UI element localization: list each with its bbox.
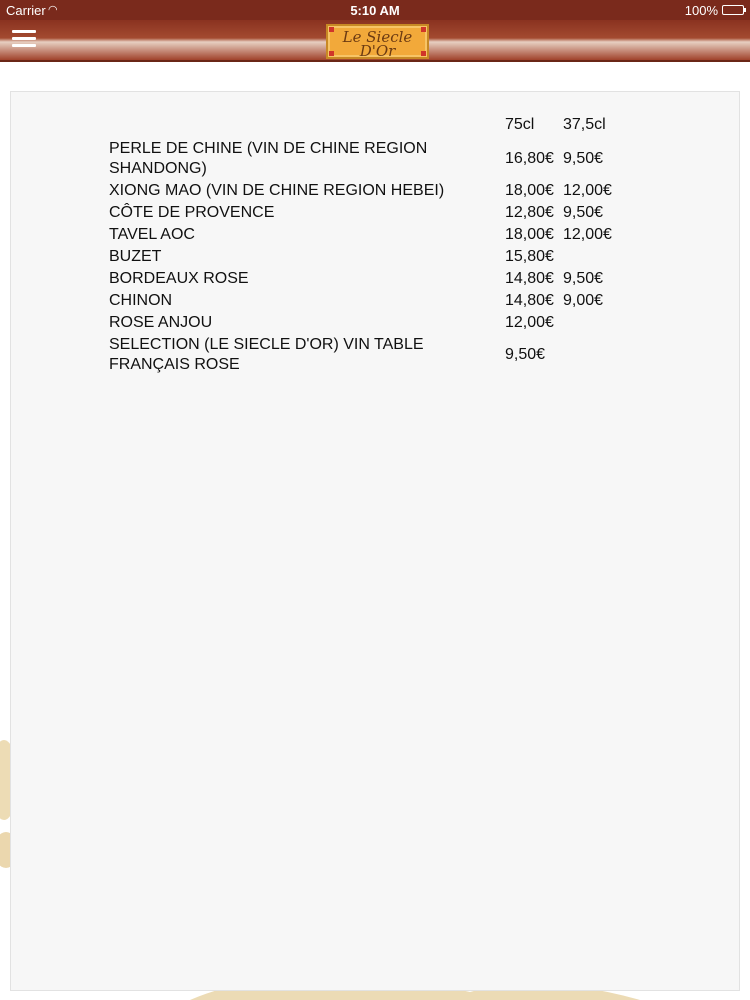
table-row: TAVEL AOC 18,00€ 12,00€ [109, 224, 623, 246]
price-37-5cl: 9,50€ [563, 270, 604, 287]
table-row: BUZET 15,80€ [109, 246, 623, 268]
price-37-5cl: 12,00€ [563, 182, 612, 199]
wine-name: TAVEL AOC [109, 226, 195, 243]
price-75cl: 12,80€ [505, 204, 554, 221]
price-75cl: 16,80€ [505, 150, 554, 167]
wine-name: BORDEAUX ROSE [109, 270, 249, 287]
price-37-5cl [563, 312, 623, 334]
wine-name: BUZET [109, 248, 162, 265]
table-row: CÔTE DE PROVENCE 12,80€ 9,50€ [109, 202, 623, 224]
price-37-5cl: 12,00€ [563, 226, 612, 243]
table-row: SELECTION (LE SIECLE D'OR) VIN TABLE FRA… [109, 334, 623, 376]
price-75cl: 12,00€ [505, 314, 554, 331]
price-75cl: 9,50€ [505, 346, 546, 363]
wine-name: SELECTION (LE SIECLE D'OR) VIN TABLE FRA… [109, 336, 424, 373]
status-time: 5:10 AM [350, 3, 400, 18]
restaurant-logo[interactable]: Le Siecle D'Or [326, 24, 429, 60]
price-37-5cl [563, 246, 623, 268]
table-row: BORDEAUX ROSE 14,80€ 9,50€ [109, 268, 623, 290]
wine-name: PERLE DE CHINE (VIN DE CHINE REGION SHAN… [109, 140, 428, 177]
header-37-5cl: 37,5cl [563, 116, 606, 133]
nav-bar: Le Siecle D'Or [0, 20, 750, 62]
price-75cl: 18,00€ [505, 226, 554, 243]
price-75cl: 14,80€ [505, 270, 554, 287]
header-75cl: 75cl [505, 116, 535, 133]
battery-percentage: 100% [684, 3, 718, 18]
wine-price-table: 75cl 37,5cl PERLE DE CHINE (VIN DE CHINE… [109, 114, 623, 376]
price-75cl: 14,80€ [505, 292, 554, 309]
table-row: XIONG MAO (VIN DE CHINE REGION HEBEI) 18… [109, 180, 623, 202]
header-name-column [109, 114, 505, 138]
status-bar: Carrier ◠ 5:10 AM 100% [0, 0, 750, 20]
wine-list-panel: 75cl 37,5cl PERLE DE CHINE (VIN DE CHINE… [10, 91, 740, 991]
table-header-row: 75cl 37,5cl [109, 114, 623, 138]
price-37-5cl: 9,50€ [563, 150, 604, 167]
price-37-5cl: 9,50€ [563, 204, 604, 221]
price-75cl: 15,80€ [505, 248, 554, 265]
wine-name: ROSE ANJOU [109, 314, 213, 331]
table-row: PERLE DE CHINE (VIN DE CHINE REGION SHAN… [109, 138, 623, 180]
price-37-5cl [563, 334, 623, 376]
wine-name: CHINON [109, 292, 173, 309]
wine-name: CÔTE DE PROVENCE [109, 204, 275, 221]
hamburger-menu-icon[interactable] [12, 28, 36, 50]
price-37-5cl: 9,00€ [563, 292, 604, 309]
price-75cl: 18,00€ [505, 182, 554, 199]
wine-name: XIONG MAO (VIN DE CHINE REGION HEBEI) [109, 182, 445, 199]
logo-text-line-2: D'Or [359, 42, 396, 60]
battery-icon [722, 5, 746, 15]
table-row: ROSE ANJOU 12,00€ [109, 312, 623, 334]
table-row: CHINON 14,80€ 9,00€ [109, 290, 623, 312]
